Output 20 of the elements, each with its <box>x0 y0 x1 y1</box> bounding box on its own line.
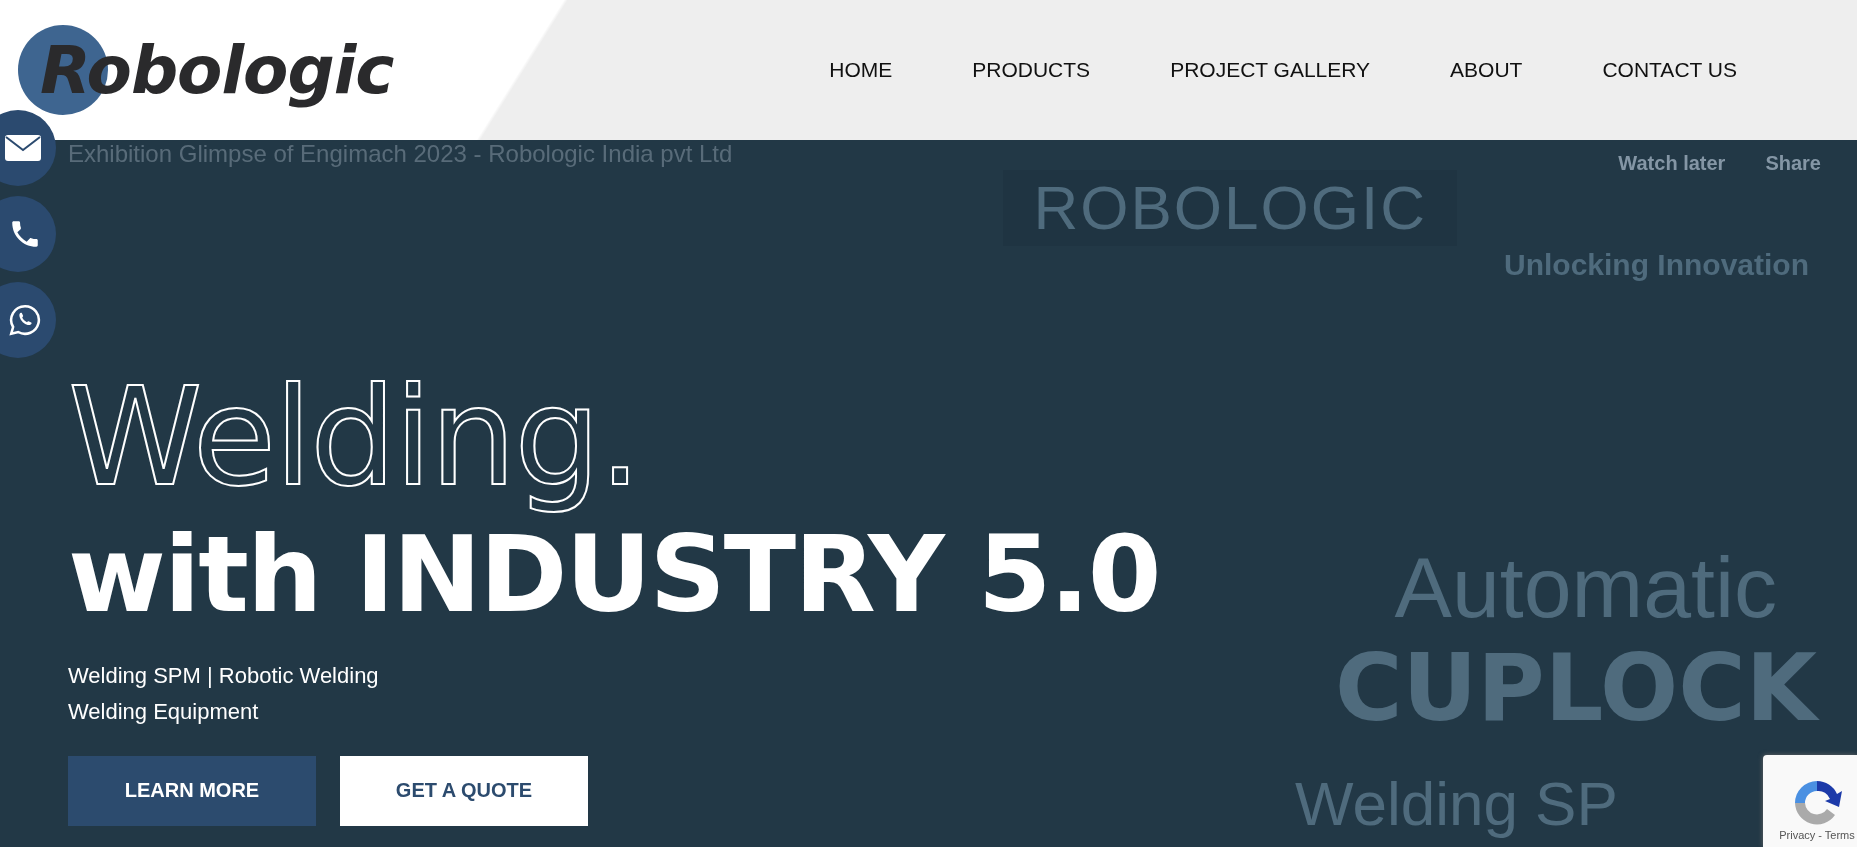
video-action[interactable]: Share <box>1765 152 1821 175</box>
learn-more-button[interactable]: LEARN MORE <box>68 756 316 827</box>
nav-link[interactable]: HOME <box>829 58 893 82</box>
nav-link[interactable]: ABOUT <box>1450 58 1523 82</box>
contact-button[interactable] <box>0 282 56 358</box>
recaptcha-links[interactable]: Privacy - Terms <box>1779 829 1855 841</box>
contact-button[interactable] <box>0 110 56 186</box>
nav-link[interactable]: CONTACT US <box>1602 58 1737 82</box>
hero-outline-heading: Welding. <box>68 357 641 518</box>
hero-subtitle: Welding Equipment <box>68 698 260 727</box>
quote-button[interactable]: GET A QUOTE <box>340 756 588 827</box>
nav-link[interactable]: PRODUCTS <box>972 58 1091 82</box>
hero-subtitle: Welding SPM | Robotic Welding <box>68 662 379 691</box>
hero-heading: with INDUSTRY 5.0 <box>68 519 1160 631</box>
mail-icon <box>4 134 42 162</box>
video-frame-text: ROBOLOGIC <box>1003 170 1457 247</box>
nav-link[interactable]: PROJECT GALLERY <box>1170 58 1371 82</box>
contact-button[interactable] <box>0 196 56 272</box>
video-action[interactable]: Watch later <box>1618 152 1726 175</box>
whatsapp-icon <box>8 303 42 337</box>
